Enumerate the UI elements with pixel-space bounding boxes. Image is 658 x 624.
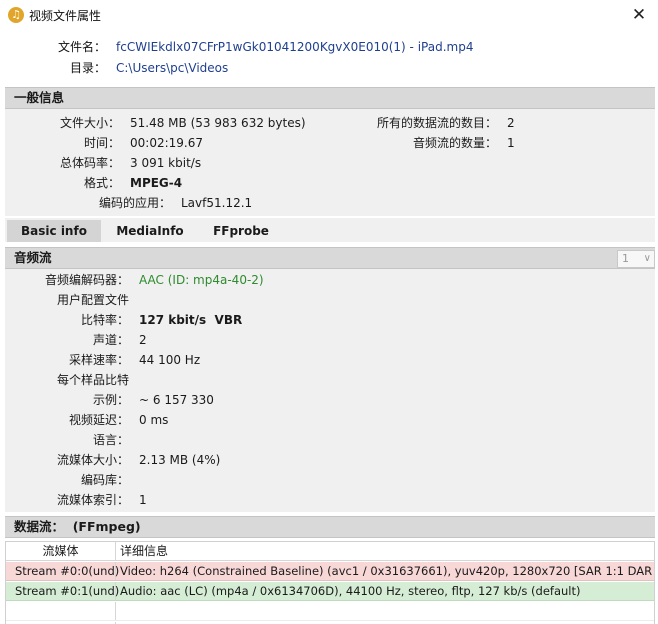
- column-header-stream[interactable]: 流媒体: [6, 542, 116, 560]
- format-value: MPEG-4: [130, 176, 183, 190]
- empty-cell: [6, 602, 116, 620]
- audio-stream-header: 音频流: [5, 247, 655, 269]
- language-label: 语言：: [92, 433, 129, 447]
- stream-detail-cell: Video: h264 (Constrained Baseline) (avc1…: [120, 564, 654, 578]
- duration-row: 时间： 00:02:19.67: [84, 134, 203, 152]
- stream-count-row: 所有的数据流的数目： 2: [377, 114, 515, 132]
- stream-size-label: 流媒体大小：: [56, 453, 129, 467]
- audio-codec-value: AAC (ID: mp4a-40-2): [139, 273, 264, 287]
- stream-select-dropdown[interactable]: 1 ∨: [617, 250, 655, 268]
- audio-codec-label: 音频编解码器：: [44, 273, 129, 287]
- stream-id-cell: Stream #0:0(und): [6, 562, 119, 580]
- samples-label: 示例：: [92, 393, 129, 407]
- info-tabs: Basic info MediaInfo FFprobe: [5, 218, 655, 242]
- stream-index-label: 流媒体索引：: [56, 493, 129, 507]
- tab-basic-info[interactable]: Basic info: [7, 220, 101, 242]
- delay-row: 视频延迟： 0 ms: [69, 411, 169, 429]
- chevron-down-icon: ∨: [643, 253, 651, 264]
- audio-stream-panel: 音频编解码器： AAC (ID: mp4a-40-2) 用户配置文件 比特率： …: [5, 269, 655, 512]
- stream-index-row: 流媒体索引： 1: [57, 491, 147, 509]
- file-size-row: 文件大小： 51.48 MB (53 983 632 bytes): [60, 114, 306, 132]
- encoder-library-label: 编码库：: [80, 473, 129, 487]
- duration-value: 00:02:19.67: [130, 136, 203, 150]
- format-row: 格式： MPEG-4: [84, 174, 183, 192]
- duration-label: 时间：: [83, 136, 120, 150]
- overall-bitrate-value: 3 091 kbit/s: [130, 156, 202, 170]
- audio-stream-count-label: 音频流的数量：: [412, 136, 497, 150]
- table-header-row: 流媒体 详细信息: [6, 542, 654, 561]
- sample-rate-row: 采样速率： 44 100 Hz: [69, 351, 201, 369]
- directory-link[interactable]: C:\Users\pc\Videos: [116, 59, 228, 77]
- channels-value: 2: [139, 333, 147, 347]
- file-name-row: 文件名： fcCWIEkdlx07CFrP1wGk01041200KgvX0E0…: [0, 38, 658, 56]
- bit-depth-label: 每个样品比特: [56, 373, 129, 387]
- stream-count-label: 所有的数据流的数目：: [376, 116, 497, 130]
- stream-size-row: 流媒体大小： 2.13 MB (4%): [57, 451, 221, 469]
- table-row[interactable]: Stream #0:0(und) Video: h264 (Constraine…: [6, 562, 654, 581]
- streams-table: 流媒体 详细信息 Stream #0:0(und) Video: h264 (C…: [5, 541, 655, 624]
- channels-row: 声道： 2: [93, 331, 147, 349]
- table-row[interactable]: Stream #0:1(und) Audio: aac (LC) (mp4a /…: [6, 582, 654, 601]
- samples-value: ~ 6 157 330: [139, 393, 214, 407]
- file-size-label: 文件大小：: [59, 116, 120, 130]
- window-title: 视频文件属性: [29, 9, 102, 23]
- audio-stream-count-row: 音频流的数量： 1: [413, 134, 515, 152]
- empty-table-row: [6, 602, 654, 621]
- data-streams-header: 数据流： (FFmpeg): [5, 516, 655, 538]
- stream-select-value: 1: [622, 252, 629, 265]
- bitrate-value: 127 kbit/s VBR: [139, 313, 243, 327]
- writing-application-label: 编码的应用：: [98, 196, 171, 210]
- profile-label: 用户配置文件: [56, 293, 129, 307]
- title-bar: ♫ 视频文件属性 ✕: [0, 0, 658, 30]
- music-note-icon: ♫: [8, 7, 24, 23]
- format-label: 格式：: [83, 176, 120, 190]
- close-button[interactable]: ✕: [626, 2, 652, 28]
- stream-count-value: 2: [507, 116, 515, 130]
- general-info-header: 一般信息: [5, 87, 655, 109]
- general-info-panel: 文件大小： 51.48 MB (53 983 632 bytes) 时间： 00…: [5, 109, 655, 216]
- writing-application-row: 编码的应用： Lavf51.12.1: [99, 194, 253, 212]
- sample-rate-value: 44 100 Hz: [139, 353, 201, 367]
- stream-size-value: 2.13 MB (4%): [139, 453, 221, 467]
- stream-detail-cell: Audio: aac (LC) (mp4a / 0x6134706D), 441…: [120, 584, 581, 598]
- file-name-label: 文件名：: [57, 40, 106, 54]
- sample-rate-label: 采样速率：: [68, 353, 129, 367]
- column-header-details[interactable]: 详细信息: [117, 542, 654, 560]
- bitrate-label: 比特率：: [80, 313, 129, 327]
- stream-id-cell: Stream #0:1(und): [6, 582, 119, 600]
- empty-cell: [117, 602, 654, 620]
- delay-value: 0 ms: [139, 413, 169, 427]
- audio-stream-count-value: 1: [507, 136, 515, 150]
- delay-label: 视频延迟：: [68, 413, 129, 427]
- tab-ffprobe[interactable]: FFprobe: [197, 220, 285, 242]
- file-name-value: fcCWIEkdlx07CFrP1wGk01041200KgvX0E010(1)…: [116, 40, 474, 54]
- file-size-value: 51.48 MB (53 983 632 bytes): [130, 116, 306, 130]
- audio-codec-row: 音频编解码器： AAC (ID: mp4a-40-2): [45, 271, 264, 289]
- overall-bitrate-row: 总体码率： 3 091 kbit/s: [60, 154, 202, 172]
- stream-index-value: 1: [139, 493, 147, 507]
- directory-row: 目录： C:\Users\pc\Videos: [0, 59, 658, 77]
- channels-label: 声道：: [92, 333, 129, 347]
- tab-mediainfo[interactable]: MediaInfo: [105, 220, 195, 242]
- bitrate-row: 比特率： 127 kbit/s VBR: [81, 311, 243, 329]
- writing-application-value: Lavf51.12.1: [181, 196, 253, 210]
- directory-label: 目录：: [69, 61, 106, 75]
- samples-row: 示例： ~ 6 157 330: [93, 391, 214, 409]
- overall-bitrate-label: 总体码率：: [59, 156, 120, 170]
